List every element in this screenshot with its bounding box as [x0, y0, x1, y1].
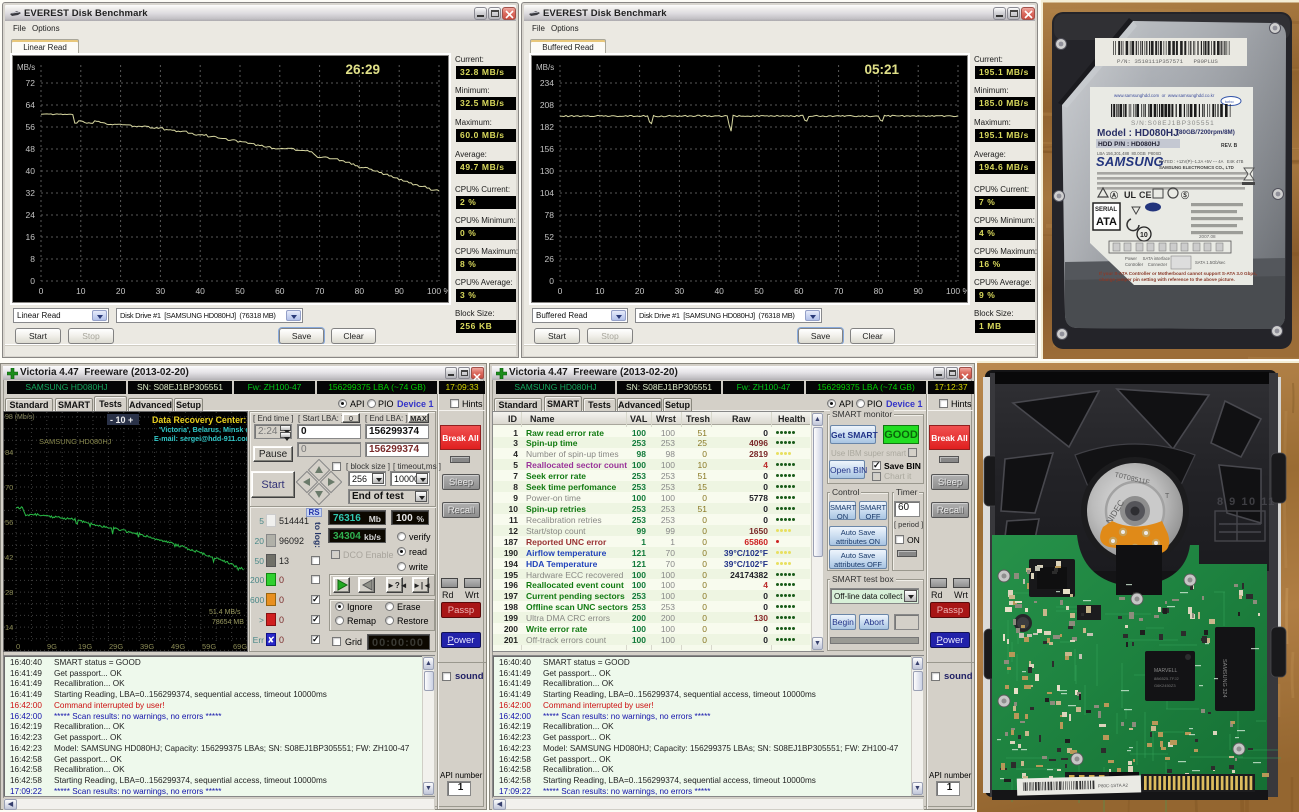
svg-text:SAMSUNG 324: SAMSUNG 324: [1221, 659, 1227, 698]
svg-text:Power SATA interface: Power SATA interface: [1125, 256, 1171, 261]
svg-text:SERIAL: SERIAL: [1095, 207, 1117, 213]
svg-text:30: 30: [156, 286, 166, 296]
svg-text:S/N:S08EJ1BP305551: S/N:S08EJ1BP305551: [1131, 120, 1215, 127]
svg-text:100 %: 100 %: [946, 286, 967, 296]
svg-text:P/N: 3510111P357571 P80PLUS: P/N: 3510111P357571 P80PLUS: [1117, 58, 1218, 65]
svg-text:80: 80: [355, 286, 365, 296]
svg-text:If your S-ATA Controller or Mo: If your S-ATA Controller or Motherboard …: [1099, 271, 1257, 276]
svg-text:SAMSUNG: SAMSUNG: [1096, 154, 1164, 169]
svg-text:Data Recovery Center:: Data Recovery Center:: [152, 415, 246, 425]
svg-text:Controller Connecter: Controller Connecter: [1125, 262, 1168, 267]
svg-text:78: 78: [545, 210, 555, 220]
svg-text:'Victoria', Belarus, Minsk cit: 'Victoria', Belarus, Minsk city: [159, 425, 247, 434]
svg-text:84: 84: [5, 448, 13, 457]
svg-text:E-mail: sergei@hdd-911.com: E-mail: sergei@hdd-911.com: [154, 434, 247, 443]
svg-text:208: 208: [540, 100, 554, 110]
svg-text:14: 14: [5, 623, 13, 632]
svg-text:70: 70: [5, 483, 13, 492]
svg-text:P80C-1STA A2: P80C-1STA A2: [1098, 783, 1129, 789]
svg-text:19G: 19G: [78, 642, 92, 651]
svg-text:MARVELL: MARVELL: [1154, 668, 1177, 674]
svg-text:MB/s: MB/s: [17, 63, 35, 72]
svg-text:10: 10: [76, 286, 86, 296]
svg-text:20: 20: [116, 286, 126, 296]
svg-text:26:29: 26:29: [345, 62, 380, 77]
svg-text:change jumper pin setting with: change jumper pin setting with reference…: [1099, 277, 1235, 282]
svg-text:26: 26: [545, 254, 555, 264]
svg-text:16: 16: [26, 232, 36, 242]
svg-text:90: 90: [913, 286, 923, 296]
svg-text:130: 130: [540, 166, 554, 176]
svg-text:156: 156: [540, 144, 554, 154]
svg-text:90: 90: [394, 286, 404, 296]
svg-text:51.4 MB/s: 51.4 MB/s: [209, 609, 241, 616]
svg-text:SAMSUNG ELECTRONICS CO., LTD: SAMSUNG ELECTRONICS CO., LTD: [1159, 165, 1234, 170]
svg-text:24: 24: [26, 210, 36, 220]
svg-text:39G: 39G: [140, 642, 154, 651]
svg-text:0: 0: [39, 286, 44, 296]
svg-text:0: 0: [30, 276, 35, 286]
svg-text:40: 40: [26, 166, 36, 176]
svg-text:100 %: 100 %: [427, 286, 448, 296]
svg-text:40: 40: [714, 286, 724, 296]
svg-text:8 9 10 11: 8 9 10 11: [1217, 496, 1276, 508]
svg-text:52: 52: [545, 232, 555, 242]
svg-text:50: 50: [235, 286, 245, 296]
svg-text:0: 0: [549, 276, 554, 286]
svg-text:Ⓐ: Ⓐ: [1110, 190, 1118, 200]
svg-text:32: 32: [26, 188, 36, 198]
svg-text:56: 56: [5, 518, 13, 527]
svg-text:G6K2450Z3: G6K2450Z3: [1154, 683, 1176, 688]
svg-text:64: 64: [26, 100, 36, 110]
svg-text:60: 60: [275, 286, 285, 296]
svg-text:www.samsunghdd.com or www.sa: www.samsunghdd.com or www.samsunghdd.co.…: [1114, 93, 1215, 98]
svg-text:ATA: ATA: [1096, 216, 1117, 228]
svg-text:0: 0: [16, 642, 20, 651]
svg-text:60: 60: [794, 286, 804, 296]
svg-text:05:21: 05:21: [864, 62, 899, 77]
svg-text:- 10 +: - 10 +: [110, 415, 133, 425]
svg-text:HDD P/N : HD080HJ: HDD P/N : HD080HJ: [1098, 141, 1160, 148]
svg-text:50: 50: [754, 286, 764, 296]
svg-text:29G: 29G: [109, 642, 123, 651]
svg-text:69G: 69G: [233, 642, 247, 651]
svg-text:turbo: turbo: [1225, 100, 1234, 104]
svg-text:30: 30: [675, 286, 685, 296]
svg-text:REV. B: REV. B: [1221, 143, 1238, 149]
svg-text:28: 28: [5, 588, 13, 597]
svg-text:42: 42: [5, 553, 13, 562]
svg-text:10: 10: [1140, 232, 1148, 239]
svg-text:104: 104: [540, 188, 554, 198]
svg-text:Ⓢ: Ⓢ: [1181, 190, 1189, 200]
svg-text:9G: 9G: [47, 642, 57, 651]
svg-text:10: 10: [595, 286, 605, 296]
svg-text:80: 80: [874, 286, 884, 296]
svg-text:SAMSUNG HD080HJ: SAMSUNG HD080HJ: [39, 437, 112, 446]
svg-text:182: 182: [540, 122, 554, 132]
svg-text:MB/s: MB/s: [536, 63, 554, 72]
svg-text:RATED : +12V(P)--1.2A +5V ---: RATED : +12V(P)--1.2A +5V --- 4A E4K 47B: [1159, 159, 1244, 164]
svg-text:48: 48: [26, 144, 36, 154]
svg-text:88i6525-TFJ2: 88i6525-TFJ2: [1154, 676, 1179, 681]
svg-text:20: 20: [635, 286, 645, 296]
svg-text:49G: 49G: [171, 642, 185, 651]
svg-text:40: 40: [195, 286, 205, 296]
svg-text:98 (Mb/s): 98 (Mb/s): [5, 414, 35, 421]
svg-text:78654 MB: 78654 MB: [212, 619, 244, 626]
svg-text:T: T: [1165, 493, 1170, 500]
svg-text:234: 234: [540, 78, 554, 88]
svg-text:0: 0: [558, 286, 563, 296]
svg-text:72: 72: [26, 78, 36, 88]
svg-text:8: 8: [30, 254, 35, 264]
svg-text:(80GB/7200rpm/8M): (80GB/7200rpm/8M): [1177, 129, 1235, 136]
svg-text:UL: UL: [1124, 190, 1136, 200]
svg-text:70: 70: [834, 286, 844, 296]
svg-text:56: 56: [26, 122, 36, 132]
svg-text:59G: 59G: [202, 642, 216, 651]
svg-text:SATA 1.5Gb/sec: SATA 1.5Gb/sec: [1195, 260, 1225, 265]
svg-text:CE: CE: [1139, 190, 1152, 200]
svg-text:Model : HD080HJ: Model : HD080HJ: [1097, 128, 1179, 139]
svg-text:2007.08: 2007.08: [1199, 234, 1216, 239]
svg-text:70: 70: [315, 286, 325, 296]
